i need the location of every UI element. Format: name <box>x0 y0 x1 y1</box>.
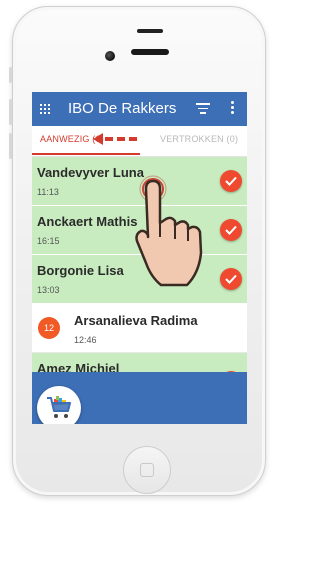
cart-button[interactable] <box>37 386 81 424</box>
check-in-time: 11:13 <box>37 187 59 197</box>
filter-icon[interactable] <box>196 103 210 115</box>
earpiece-speaker <box>131 49 169 55</box>
checkout-button[interactable] <box>220 170 242 192</box>
swipe-left-arrow-icon <box>93 133 137 145</box>
checkout-button[interactable] <box>220 219 242 241</box>
child-name: Vandevyver Luna <box>37 165 144 180</box>
child-name: Arsanalieva Radima <box>74 313 198 328</box>
age-badge: 12 <box>38 317 60 339</box>
list-item[interactable]: 12 Arsanalieva Radima 12:46 <box>32 304 247 353</box>
front-camera <box>105 51 115 61</box>
check-icon <box>225 225 237 235</box>
app-bar: IBO De Rakkers <box>32 92 247 126</box>
check-icon <box>225 274 237 284</box>
earpiece-top <box>137 29 163 33</box>
volume-up-button <box>9 99 12 125</box>
shopping-cart-icon <box>47 396 71 418</box>
check-in-time: 12:46 <box>74 335 97 345</box>
child-name: Anckaert Mathis <box>37 214 138 229</box>
home-button[interactable] <box>123 446 171 494</box>
grid-menu-icon[interactable] <box>40 104 50 114</box>
check-icon <box>225 176 237 186</box>
more-vert-icon[interactable] <box>231 101 234 117</box>
check-in-time: 13:03 <box>37 285 60 295</box>
child-name: Borgonie Lisa <box>37 263 124 278</box>
pointing-hand-icon <box>135 175 203 287</box>
tab-vertrokken[interactable]: VERTROKKEN (0) <box>160 134 238 144</box>
mute-switch <box>9 67 12 83</box>
check-in-time: 16:15 <box>37 236 60 246</box>
checkout-button[interactable] <box>220 268 242 290</box>
volume-down-button <box>9 133 12 159</box>
app-title: IBO De Rakkers <box>68 100 177 117</box>
active-tab-indicator <box>32 153 140 155</box>
